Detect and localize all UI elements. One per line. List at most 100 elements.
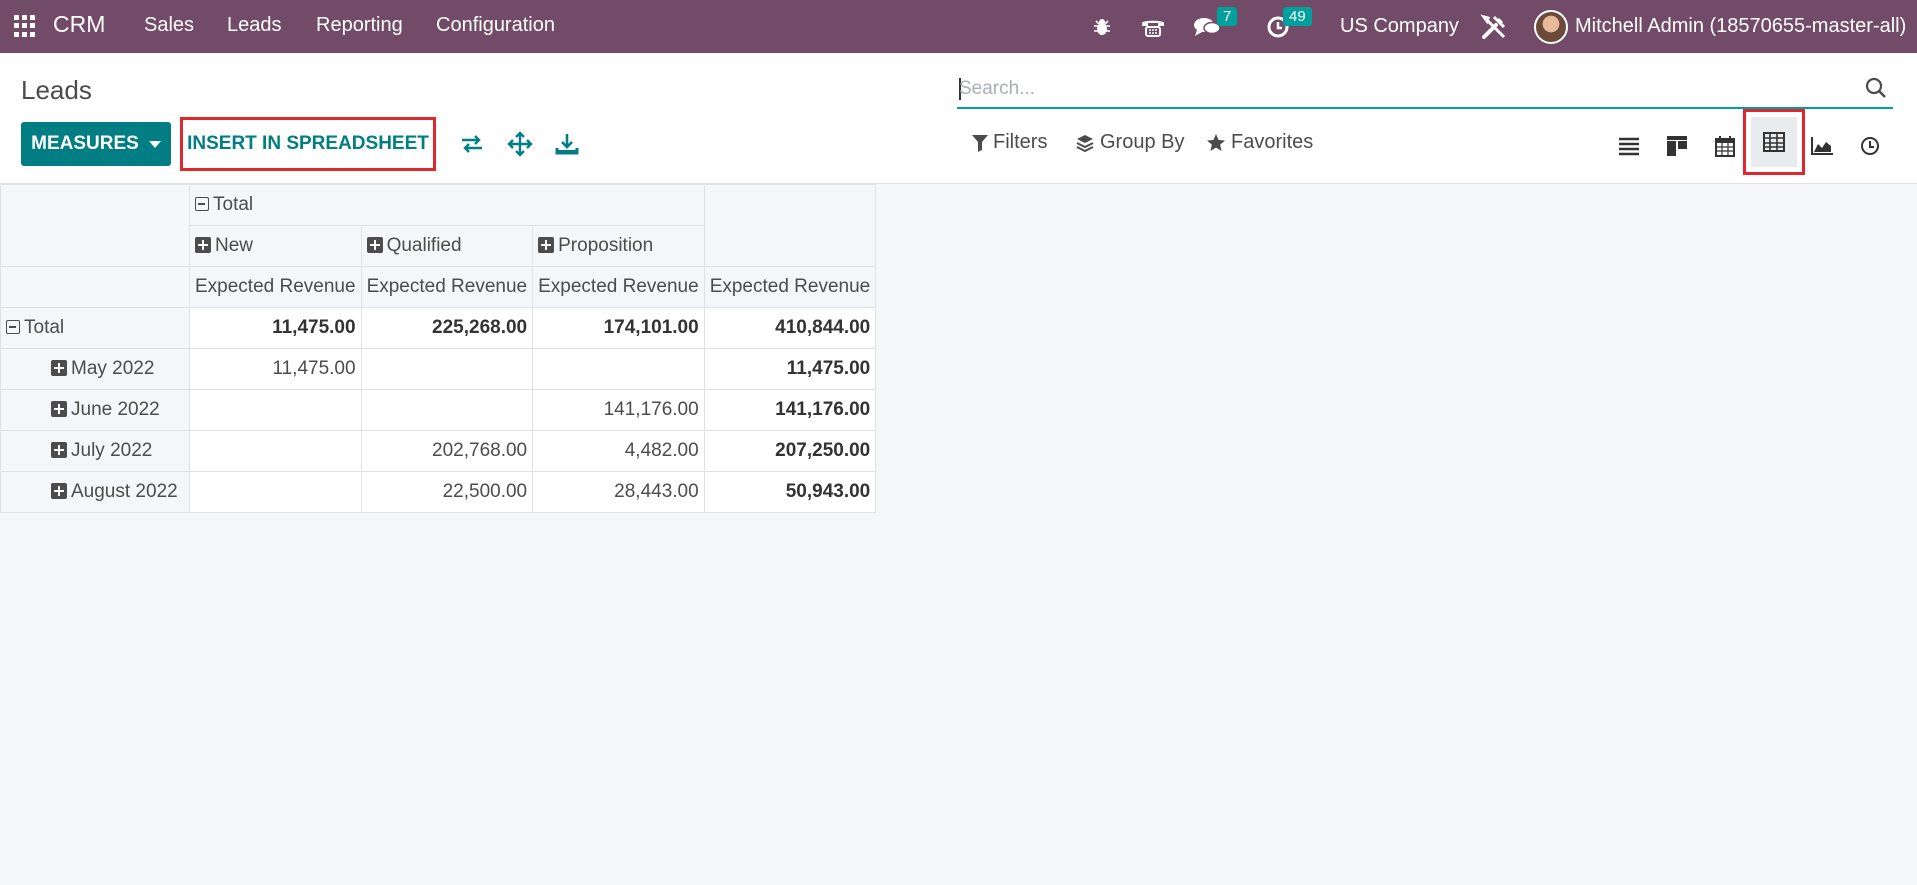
user-avatar[interactable] [1534, 0, 1568, 53]
col-header-label: New [215, 235, 254, 256]
row-header-total[interactable]: Total [0, 307, 190, 349]
row-header[interactable]: July 2022 [0, 430, 190, 472]
pivot-cell[interactable]: 28,443.00 [532, 471, 705, 513]
list-view-button[interactable] [1614, 131, 1644, 161]
pivot-table: Total New Qualified Proposition Expected… [0, 184, 877, 513]
table-row: August 2022 22,500.00 28,443.00 50,943.0… [0, 471, 877, 513]
pivot-view-active-bg [1751, 117, 1797, 167]
pivot-view-icon [1763, 132, 1785, 152]
expand-icon [51, 442, 67, 458]
filter-icon [972, 134, 988, 152]
flip-axis-icon[interactable] [459, 131, 485, 157]
measure-header[interactable]: Expected Revenue [532, 266, 705, 308]
search-input[interactable] [959, 73, 1839, 105]
table-row-total: Total 11,475.00 225,268.00 174,101.00 41… [0, 307, 877, 349]
favorites-label: Favorites [1231, 131, 1314, 153]
expand-icon [538, 237, 555, 253]
star-icon [1207, 133, 1225, 151]
avatar [1534, 9, 1568, 44]
menu-configuration[interactable]: Configuration [436, 14, 555, 37]
pivot-cell[interactable] [532, 348, 705, 390]
caret-down-icon [148, 140, 161, 148]
groupby-label: Group By [1100, 131, 1185, 153]
filters-label: Filters [993, 131, 1048, 153]
menu-leads[interactable]: Leads [227, 14, 282, 37]
debug-bug-icon[interactable] [1092, 0, 1112, 53]
calendar-view-button[interactable] [1710, 131, 1740, 161]
search-icon[interactable] [1865, 77, 1887, 99]
control-panel: Leads MEASURES INSERT IN SPREADSHEET Fil… [0, 53, 1917, 184]
table-row: July 2022 202,768.00 4,482.00 207,250.00 [0, 430, 877, 472]
col-header-total-label: Total [213, 194, 254, 215]
pivot-cell[interactable]: 11,475.00 [189, 348, 362, 390]
favorites-dropdown[interactable]: Favorites [1206, 131, 1313, 154]
layers-icon [1076, 134, 1094, 152]
pivot-cell[interactable]: 202,768.00 [360, 430, 534, 472]
measure-header[interactable]: Expected Revenue [703, 266, 877, 308]
pivot-cell[interactable]: 207,250.00 [703, 430, 877, 472]
apps-menu-icon[interactable] [14, 15, 36, 37]
row-header[interactable]: June 2022 [0, 389, 190, 431]
pivot-total-corner [703, 184, 877, 267]
pivot-cell[interactable]: 141,176.00 [703, 389, 877, 431]
collapse-icon [6, 320, 20, 334]
col-header-label: Proposition [558, 235, 654, 256]
row-header[interactable]: August 2022 [0, 471, 190, 513]
pivot-cell[interactable]: 225,268.00 [360, 307, 534, 349]
pivot-cell[interactable]: 410,844.00 [703, 307, 877, 349]
pivot-cell[interactable] [189, 471, 362, 513]
expand-icon [51, 360, 67, 376]
col-header-total[interactable]: Total [189, 184, 705, 226]
menu-sales[interactable]: Sales [144, 14, 194, 37]
company-switcher[interactable]: US Company [1340, 0, 1459, 53]
table-row: May 2022 11,475.00 11,475.00 [0, 348, 877, 390]
pivot-cell[interactable] [189, 389, 362, 431]
pivot-cell[interactable]: 22,500.00 [360, 471, 534, 513]
app-name[interactable]: CRM [53, 11, 105, 38]
col-header-label: Qualified [386, 235, 462, 256]
measures-button[interactable]: MEASURES [21, 122, 171, 166]
expand-icon [195, 237, 211, 253]
pivot-cell[interactable]: 174,101.00 [532, 307, 705, 349]
pivot-cell[interactable] [189, 430, 362, 472]
list-view-icon [1619, 137, 1639, 156]
graph-view-button[interactable] [1807, 131, 1837, 161]
measure-header[interactable]: Expected Revenue [189, 266, 362, 308]
pivot-cell[interactable]: 141,176.00 [532, 389, 705, 431]
calendar-view-icon [1715, 136, 1735, 157]
pivot-cell[interactable]: 50,943.00 [703, 471, 877, 513]
expand-all-icon[interactable] [507, 131, 533, 157]
row-header-label: June 2022 [71, 399, 160, 420]
settings-tools-icon[interactable] [1480, 0, 1508, 53]
activity-view-button[interactable] [1855, 131, 1885, 161]
activities-badge: 49 [1283, 7, 1312, 26]
measure-corner [0, 266, 190, 308]
expand-icon [366, 237, 383, 253]
area-chart-icon [1811, 137, 1833, 155]
filters-dropdown[interactable]: Filters [972, 131, 1047, 154]
row-header-label: August 2022 [71, 481, 178, 502]
col-header-qualified[interactable]: Qualified [360, 225, 534, 267]
pivot-cell[interactable]: 4,482.00 [532, 430, 705, 472]
pivot-cell[interactable]: 11,475.00 [189, 307, 362, 349]
row-header[interactable]: May 2022 [0, 348, 190, 390]
messages-badge: 7 [1217, 7, 1238, 26]
pivot-cell[interactable] [360, 348, 534, 390]
col-header-new[interactable]: New [189, 225, 362, 267]
measures-label: MEASURES [31, 133, 139, 154]
groupby-dropdown[interactable]: Group By [1075, 131, 1184, 154]
table-row: June 2022 141,176.00 141,176.00 [0, 389, 877, 431]
insert-in-spreadsheet-button[interactable]: INSERT IN SPREADSHEET [180, 117, 436, 171]
pivot-cell[interactable]: 11,475.00 [703, 348, 877, 390]
measure-header[interactable]: Expected Revenue [360, 266, 534, 308]
col-header-proposition[interactable]: Proposition [532, 225, 705, 267]
user-menu[interactable]: Mitchell Admin (18570655-master-all) [1575, 0, 1906, 53]
kanban-view-button[interactable] [1662, 131, 1692, 161]
expand-icon [51, 483, 67, 499]
phone-icon[interactable] [1140, 0, 1166, 53]
pivot-cell[interactable] [360, 389, 534, 431]
pivot-view-button[interactable] [1743, 109, 1805, 175]
download-icon[interactable] [554, 131, 580, 157]
row-header-label: July 2022 [71, 440, 153, 461]
menu-reporting[interactable]: Reporting [316, 14, 403, 37]
